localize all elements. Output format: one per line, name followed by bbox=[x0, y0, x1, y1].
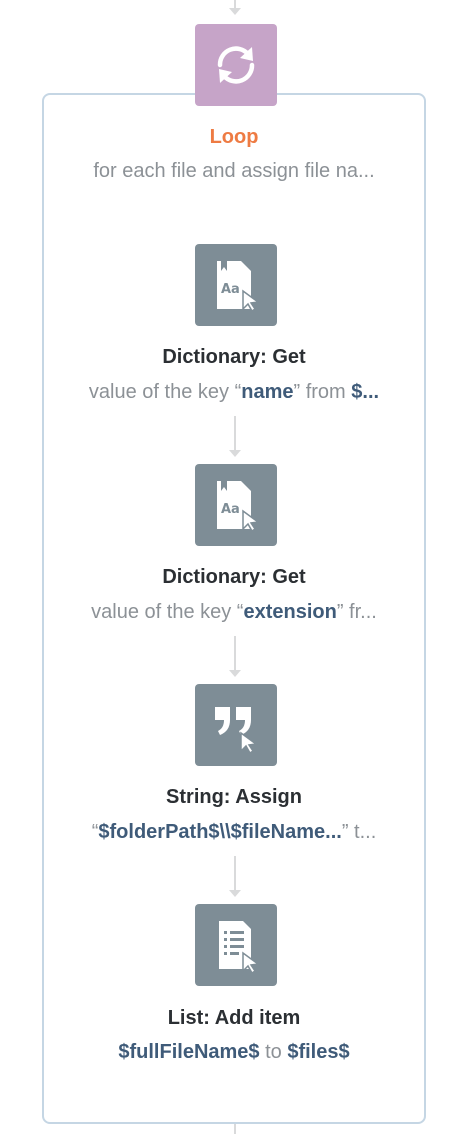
connector-3-4-arrow bbox=[229, 890, 241, 897]
step-1-key: name bbox=[241, 381, 294, 403]
dictionary-icon: Aa bbox=[217, 481, 260, 533]
connector-bottom bbox=[234, 1124, 236, 1134]
connector-2-3-arrow bbox=[229, 670, 241, 677]
connector-1-2-arrow bbox=[229, 450, 241, 457]
step-2-key: extension bbox=[243, 601, 337, 623]
list-icon bbox=[219, 921, 260, 973]
loop-step[interactable] bbox=[195, 24, 277, 106]
step-2-description: value of the key “extension” fr... bbox=[91, 601, 377, 623]
step-1-description: value of the key “name” from $... bbox=[88, 381, 380, 403]
loop-description: for each file and assign file na... bbox=[93, 160, 375, 182]
step-string-assign[interactable] bbox=[195, 684, 277, 766]
step-4-description: $fullFileName$ to $files$ bbox=[118, 1041, 350, 1063]
connector-2-3 bbox=[234, 636, 236, 672]
step-dictionary-get-name[interactable]: Aa bbox=[195, 244, 277, 326]
connector-1-2 bbox=[234, 416, 236, 452]
step-1-title: Dictionary: Get bbox=[162, 346, 306, 368]
step-list-add-item[interactable] bbox=[195, 904, 277, 986]
svg-text:Aa: Aa bbox=[221, 282, 240, 297]
connector-top-arrow bbox=[229, 8, 241, 15]
step-4-variable-1: $fullFileName$ bbox=[118, 1041, 260, 1063]
step-dictionary-get-extension[interactable]: Aa bbox=[195, 464, 277, 546]
step-4-variable-2: $files$ bbox=[287, 1041, 350, 1063]
step-3-description: “$folderPath$\\$fileName...” t... bbox=[91, 821, 377, 843]
svg-text:Aa: Aa bbox=[221, 502, 240, 517]
dictionary-icon: Aa bbox=[217, 261, 260, 313]
step-1-variable: $... bbox=[351, 381, 380, 403]
step-3-value: $folderPath$\\$fileName... bbox=[98, 821, 342, 843]
step-4-title: List: Add item bbox=[167, 1007, 301, 1029]
quote-icon bbox=[215, 707, 258, 753]
connector-3-4 bbox=[234, 856, 236, 892]
step-2-title: Dictionary: Get bbox=[162, 566, 306, 588]
loop-refresh-icon bbox=[217, 46, 255, 84]
step-3-title: String: Assign bbox=[166, 786, 302, 808]
loop-title: Loop bbox=[209, 126, 259, 148]
